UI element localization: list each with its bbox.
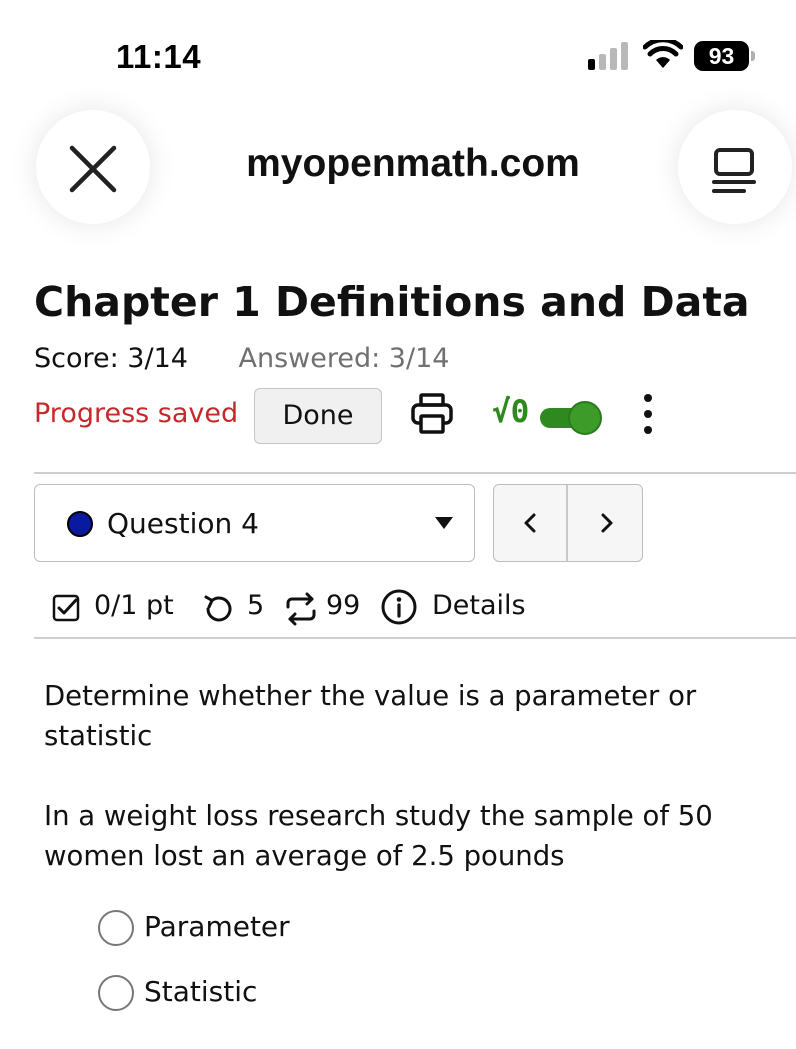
cellular-signal-icon — [588, 42, 628, 70]
radio-statistic[interactable] — [98, 975, 134, 1011]
score-text: Score: 3/14 — [34, 343, 188, 374]
radio-parameter[interactable] — [98, 910, 134, 946]
battery-tip — [751, 51, 755, 61]
choice-statistic[interactable]: Statistic — [98, 971, 498, 1011]
question-select[interactable]: Question 4 — [34, 484, 475, 562]
divider — [34, 637, 796, 639]
status-bar: 11:14 93 — [0, 0, 796, 110]
question-meta: 0/1 pt 5 99 Details — [52, 586, 752, 632]
math-entry-label: √0 — [492, 394, 530, 430]
regenerations-count: 99 — [326, 590, 361, 621]
print-icon[interactable] — [410, 392, 454, 436]
divider — [34, 472, 796, 474]
done-button[interactable]: Done — [254, 388, 382, 444]
question-status-dot — [67, 511, 93, 537]
answered-text: Answered: 3/14 — [238, 343, 450, 374]
question-prompt: Determine whether the value is a paramet… — [44, 680, 697, 752]
battery-level: 93 — [694, 41, 749, 71]
question-select-label: Question 4 — [107, 507, 259, 540]
browser-header: myopenmath.com — [0, 110, 796, 230]
score-line: Score: 3/14 Answered: 3/14 — [34, 343, 449, 374]
retry-icon — [204, 595, 232, 622]
battery-indicator: 93 — [694, 41, 756, 71]
progress-status: Progress saved — [34, 398, 239, 429]
regenerate-icon — [286, 592, 316, 626]
close-button[interactable] — [36, 110, 150, 224]
reader-menu-button[interactable] — [678, 110, 792, 224]
math-entry-toggle[interactable] — [540, 400, 602, 435]
choice-label: Statistic — [144, 975, 258, 1008]
clock: 11:14 — [116, 38, 202, 75]
caret-down-icon — [435, 517, 453, 529]
next-question-button[interactable] — [569, 485, 643, 561]
question-nav-group — [493, 484, 643, 562]
choice-parameter[interactable]: Parameter — [98, 906, 498, 946]
url-label[interactable]: myopenmath.com — [160, 142, 666, 186]
details-link[interactable]: Details — [432, 590, 526, 621]
choice-label: Parameter — [144, 910, 290, 943]
retries-count: 5 — [247, 590, 265, 621]
points-text: 0/1 pt — [94, 590, 174, 621]
wifi-icon — [643, 40, 683, 68]
toggle-knob — [568, 401, 602, 435]
assessment-toolbar: Progress saved Done √0 — [34, 386, 774, 446]
more-options-icon[interactable] — [636, 390, 660, 440]
info-icon[interactable] — [380, 588, 418, 626]
checkbox-score-icon — [52, 594, 80, 622]
chevron-right-icon — [601, 513, 613, 533]
reader-menu-icon — [712, 148, 756, 193]
close-icon — [69, 145, 117, 193]
previous-question-button[interactable] — [494, 485, 568, 561]
chevron-left-icon — [524, 513, 536, 533]
question-scenario: In a weight loss research study the samp… — [44, 800, 713, 872]
page-title: Chapter 1 Definitions and Data — [34, 278, 750, 326]
